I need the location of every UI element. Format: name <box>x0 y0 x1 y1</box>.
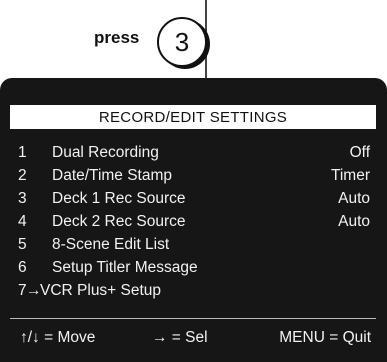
menu-list: 1 Dual Recording Off 2 Date/Time Stamp T… <box>0 141 387 302</box>
menu-item-label: Dual Recording <box>52 144 159 161</box>
menu-item-date-time-stamp[interactable]: 2 Date/Time Stamp Timer <box>0 164 387 187</box>
menu-title: RECORD/EDIT SETTINGS <box>10 105 376 129</box>
menu-item-vcr-plus-setup[interactable]: 7 → VCR Plus+ Setup <box>0 279 387 302</box>
remote-key-3-button[interactable]: 3 <box>157 17 207 67</box>
menu-item-number: 4 <box>18 213 27 230</box>
menu-item-label: Setup Titler Message <box>52 259 198 276</box>
footer-divider <box>10 318 376 319</box>
menu-item-deck1-rec-source[interactable]: 3 Deck 1 Rec Source Auto <box>0 187 387 210</box>
menu-item-deck2-rec-source[interactable]: 4 Deck 2 Rec Source Auto <box>0 210 387 233</box>
tv-screen: RECORD/EDIT SETTINGS 1 Dual Recording Of… <box>0 78 387 362</box>
footer-quit-hint: MENU = Quit <box>279 329 371 346</box>
menu-item-value: Off <box>349 144 370 161</box>
footer-select-hint: → = Sel <box>152 329 208 346</box>
footer-move-hint: ↑/↓ = Move <box>20 329 96 346</box>
menu-item-value: Auto <box>338 213 370 230</box>
menu-item-number: 6 <box>18 259 27 276</box>
footer-help: ↑/↓ = Move → = Sel MENU = Quit <box>0 323 387 353</box>
menu-item-setup-titler-message[interactable]: 6 Setup Titler Message <box>0 256 387 279</box>
menu-item-label: Deck 1 Rec Source <box>52 190 186 207</box>
menu-item-dual-recording[interactable]: 1 Dual Recording Off <box>0 141 387 164</box>
menu-item-label: 8-Scene Edit List <box>52 236 170 253</box>
menu-item-value: Timer <box>330 167 370 184</box>
menu-item-label: VCR Plus+ Setup <box>40 282 162 299</box>
menu-item-number: 5 <box>18 236 27 253</box>
menu-item-number: 1 <box>18 144 27 161</box>
menu-item-8-scene-edit-list[interactable]: 5 8-Scene Edit List <box>0 233 387 256</box>
press-instruction-label: press <box>94 28 140 47</box>
menu-item-label: Deck 2 Rec Source <box>52 213 186 230</box>
menu-item-value: Auto <box>338 190 370 207</box>
menu-item-number: 2 <box>18 167 27 184</box>
menu-item-number: 3 <box>18 190 27 207</box>
menu-item-label: Date/Time Stamp <box>52 167 173 184</box>
